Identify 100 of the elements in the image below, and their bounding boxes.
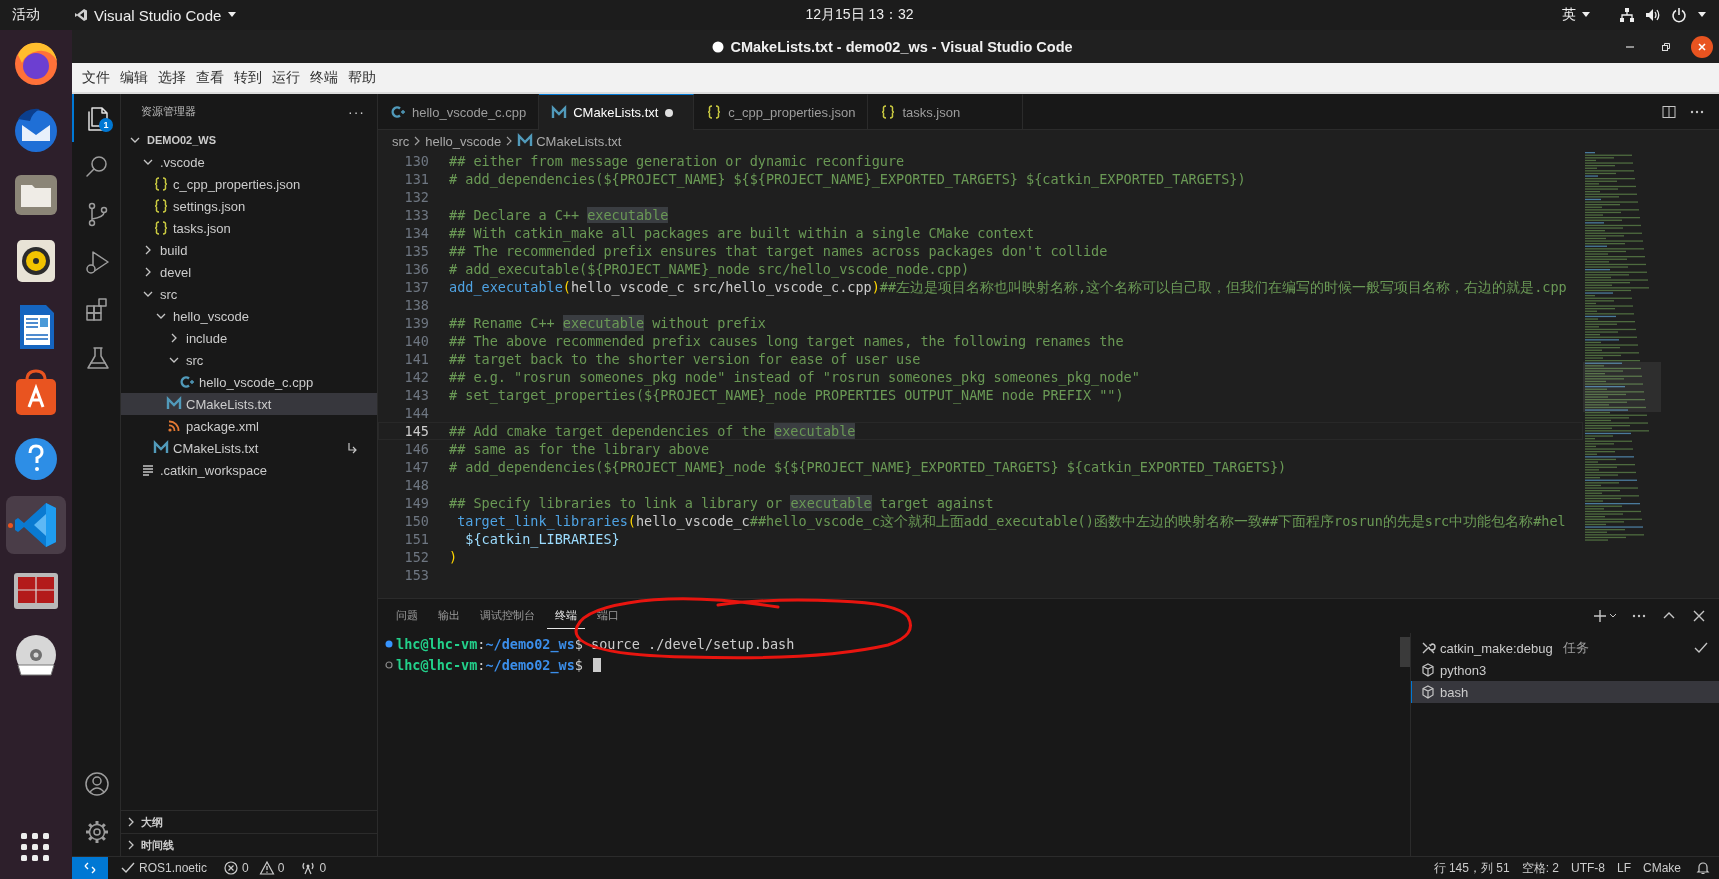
more-actions-button[interactable]: ··· — [348, 103, 365, 120]
breadcrumb-item[interactable]: hello_vscode — [425, 133, 502, 149]
breadcrumb-item[interactable]: CMakeLists.txt — [517, 133, 622, 149]
account-icon — [83, 770, 111, 798]
tree-item[interactable]: settings.json — [121, 195, 377, 217]
line-number: 153 — [403, 567, 430, 583]
m-letter-icon — [517, 133, 534, 149]
line-number: 146 — [403, 441, 430, 457]
tree-item[interactable]: tasks.json — [121, 217, 377, 239]
system-menu[interactable] — [1619, 7, 1707, 23]
menu-item[interactable]: 文件 — [78, 65, 114, 90]
code-line: # add_dependencies(${PROJECT_NAME}_node ${${PROJECT_NAME}_EXPORTED_TARGETS} ${catkin_EXPORTED_TARGETS}) — [449, 459, 1287, 475]
menu-item[interactable]: 编辑 — [116, 65, 152, 90]
m-letter-icon — [551, 104, 568, 121]
collapsed-section[interactable]: 大纲 — [121, 810, 377, 833]
menu-item[interactable]: 查看 — [192, 65, 228, 90]
line-number: 134 — [403, 225, 430, 241]
line-number: 149 — [403, 495, 430, 511]
tools-icon — [1420, 640, 1436, 656]
tree-item[interactable]: include — [121, 327, 377, 349]
run-debug-icon — [83, 248, 111, 276]
status-item[interactable]: UTF-8 — [1564, 861, 1611, 875]
error-icon — [223, 860, 240, 876]
panel-tab[interactable]: 问题 — [388, 603, 426, 629]
workspace-folder[interactable]: DEMO02_WS — [121, 129, 377, 151]
settings-icon — [83, 818, 111, 846]
line-number: 135 — [403, 243, 430, 259]
tree-item[interactable]: CMakeLists.txt — [121, 437, 377, 459]
clock[interactable]: 12月15日 13：32 — [805, 6, 914, 24]
lines-icon — [140, 462, 156, 478]
code-line: ## target back to the shorter version for ease of user use — [449, 351, 921, 367]
caret-icon — [227, 11, 238, 19]
code-logo-icon — [74, 8, 88, 22]
code-line: # set_target_properties(${PROJECT_NAME}_node PROPERTIES OUTPUT_NAME node PREFIX "") — [449, 387, 1124, 403]
status-item[interactable]: 0 — [258, 860, 291, 876]
panel-tab[interactable]: 终端 — [547, 603, 585, 629]
line-number: 141 — [403, 351, 430, 367]
menu-item[interactable]: 转到 — [230, 65, 266, 90]
line-number: 132 — [403, 189, 430, 205]
status-item[interactable]: CMake — [1637, 861, 1687, 875]
tree-item[interactable]: .catkin_workspace — [121, 459, 377, 481]
line-number: 143 — [403, 387, 430, 403]
code-line: ## The recommended prefix ensures that target names across packages don't collide — [449, 243, 1108, 259]
close-button[interactable] — [1691, 35, 1713, 58]
panel-tab[interactable]: 输出 — [430, 603, 468, 629]
status-item[interactable]: LF — [1610, 861, 1637, 875]
c-plus-icon — [179, 374, 195, 390]
tree-item[interactable]: CMakeLists.txt — [121, 393, 377, 415]
terminal-list-item[interactable]: python3 — [1411, 659, 1719, 681]
scrollbar-thumb[interactable] — [1400, 637, 1410, 667]
close-panel-icon[interactable] — [1691, 608, 1707, 624]
terminal-line: lhc@lhc-vm:~/demo02_ws$ — [396, 656, 584, 673]
volume-icon — [1645, 7, 1661, 23]
code-line: ## Specify libraries to link a library or executable target against — [449, 495, 994, 511]
m-letter-icon — [166, 396, 182, 412]
status-item[interactable]: ROS1.noetic — [114, 860, 214, 876]
line-number: 147 — [403, 459, 430, 475]
menu-item[interactable]: 运行 — [268, 65, 304, 90]
split-editor-icon[interactable] — [1661, 103, 1677, 120]
app-menu[interactable]: Visual Studio Code — [74, 6, 238, 24]
menu-item[interactable]: 帮助 — [344, 65, 380, 90]
tree-item[interactable]: hello_vscode_c.cpp — [121, 371, 377, 393]
tree-item[interactable]: src — [121, 283, 377, 305]
activities-button[interactable]: 活动 — [12, 6, 40, 24]
line-number: 130 — [403, 153, 430, 169]
new-terminal-icon[interactable] — [1593, 608, 1617, 624]
tree-item[interactable]: devel — [121, 261, 377, 283]
code-line: ## Add cmake target dependencies of the executable — [449, 423, 856, 439]
line-number: 131 — [403, 171, 430, 187]
editor-tab[interactable]: CMakeLists.txt — [539, 94, 695, 130]
tree-item[interactable]: build — [121, 239, 377, 261]
bell-icon[interactable] — [1695, 860, 1711, 876]
tree-item[interactable]: package.xml — [121, 415, 377, 437]
status-item[interactable]: 空格: 2 — [1515, 859, 1565, 877]
panel-tab[interactable]: 端口 — [589, 603, 627, 629]
menu-item[interactable]: 选择 — [154, 65, 190, 90]
cube-icon — [1420, 684, 1436, 700]
status-item[interactable]: 0 — [294, 860, 333, 876]
tree-item[interactable]: hello_vscode — [121, 305, 377, 327]
editor-tab[interactable]: tasks.json — [868, 94, 1024, 129]
terminal-line: lhc@lhc-vm:~/demo02_ws$ source ./devel/setup.bash — [396, 635, 795, 652]
input-method-menu[interactable]: 英 — [1562, 6, 1591, 24]
tree-item[interactable]: src — [121, 349, 377, 371]
tree-item[interactable]: .vscode — [121, 151, 377, 173]
code-line: ## The above recommended prefix causes long target names, the following renames the — [449, 333, 1124, 349]
code-line: target_link_libraries(hello_vscode_c##hello_vscode_c这个就和上面add_executable()函数中左边的映射名称一致##下面程序rosrun的先是src中功能包名称#hel — [456, 513, 1566, 529]
menu-item[interactable]: 终端 — [306, 65, 342, 90]
status-item[interactable]: 0 — [217, 860, 255, 876]
panel-tab[interactable]: 调试控制台 — [472, 603, 543, 629]
code-line: ## e.g. "rosrun someones_pkg node" instead of "rosrun someones_pkg someones_pkg_node" — [449, 369, 1140, 385]
editor-tab[interactable]: c_cpp_properties.json — [694, 94, 869, 129]
tree-item[interactable]: c_cpp_properties.json — [121, 173, 377, 195]
code-line: ## either from message generation or dynamic reconfigure — [449, 153, 905, 169]
network-icon — [1619, 7, 1635, 23]
terminal-list-item[interactable]: catkin_make:debug 任务 — [1411, 637, 1719, 659]
line-number: 148 — [403, 477, 430, 493]
breadcrumb-item[interactable]: src — [392, 133, 410, 149]
status-item[interactable]: 行 145，列 51 — [1427, 859, 1516, 877]
terminal-list-item[interactable]: bash — [1411, 681, 1719, 703]
line-number: 136 — [403, 261, 430, 277]
